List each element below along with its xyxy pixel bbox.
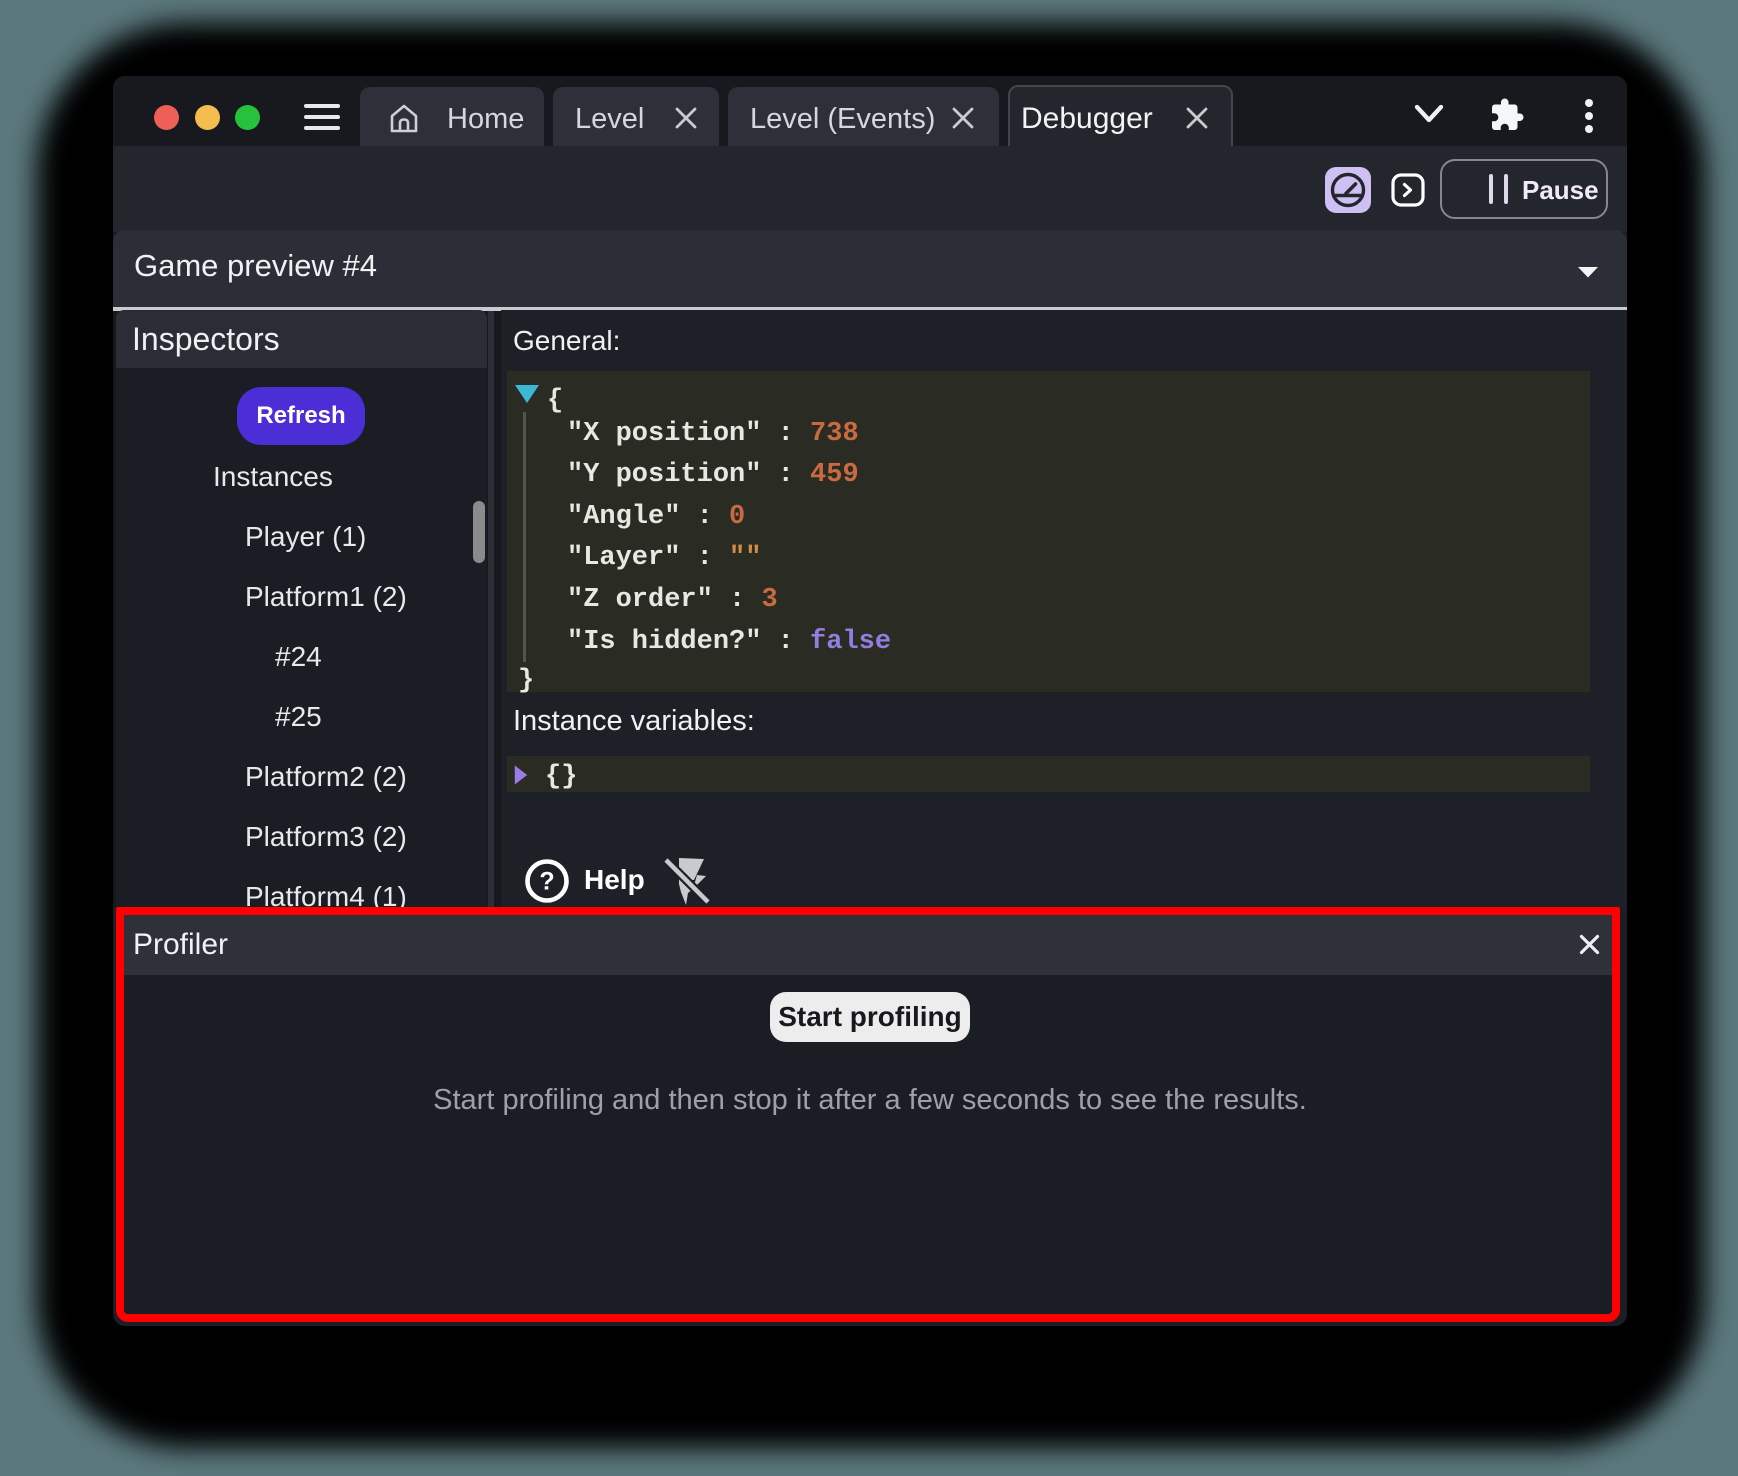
svg-text:?: ? xyxy=(539,868,554,896)
